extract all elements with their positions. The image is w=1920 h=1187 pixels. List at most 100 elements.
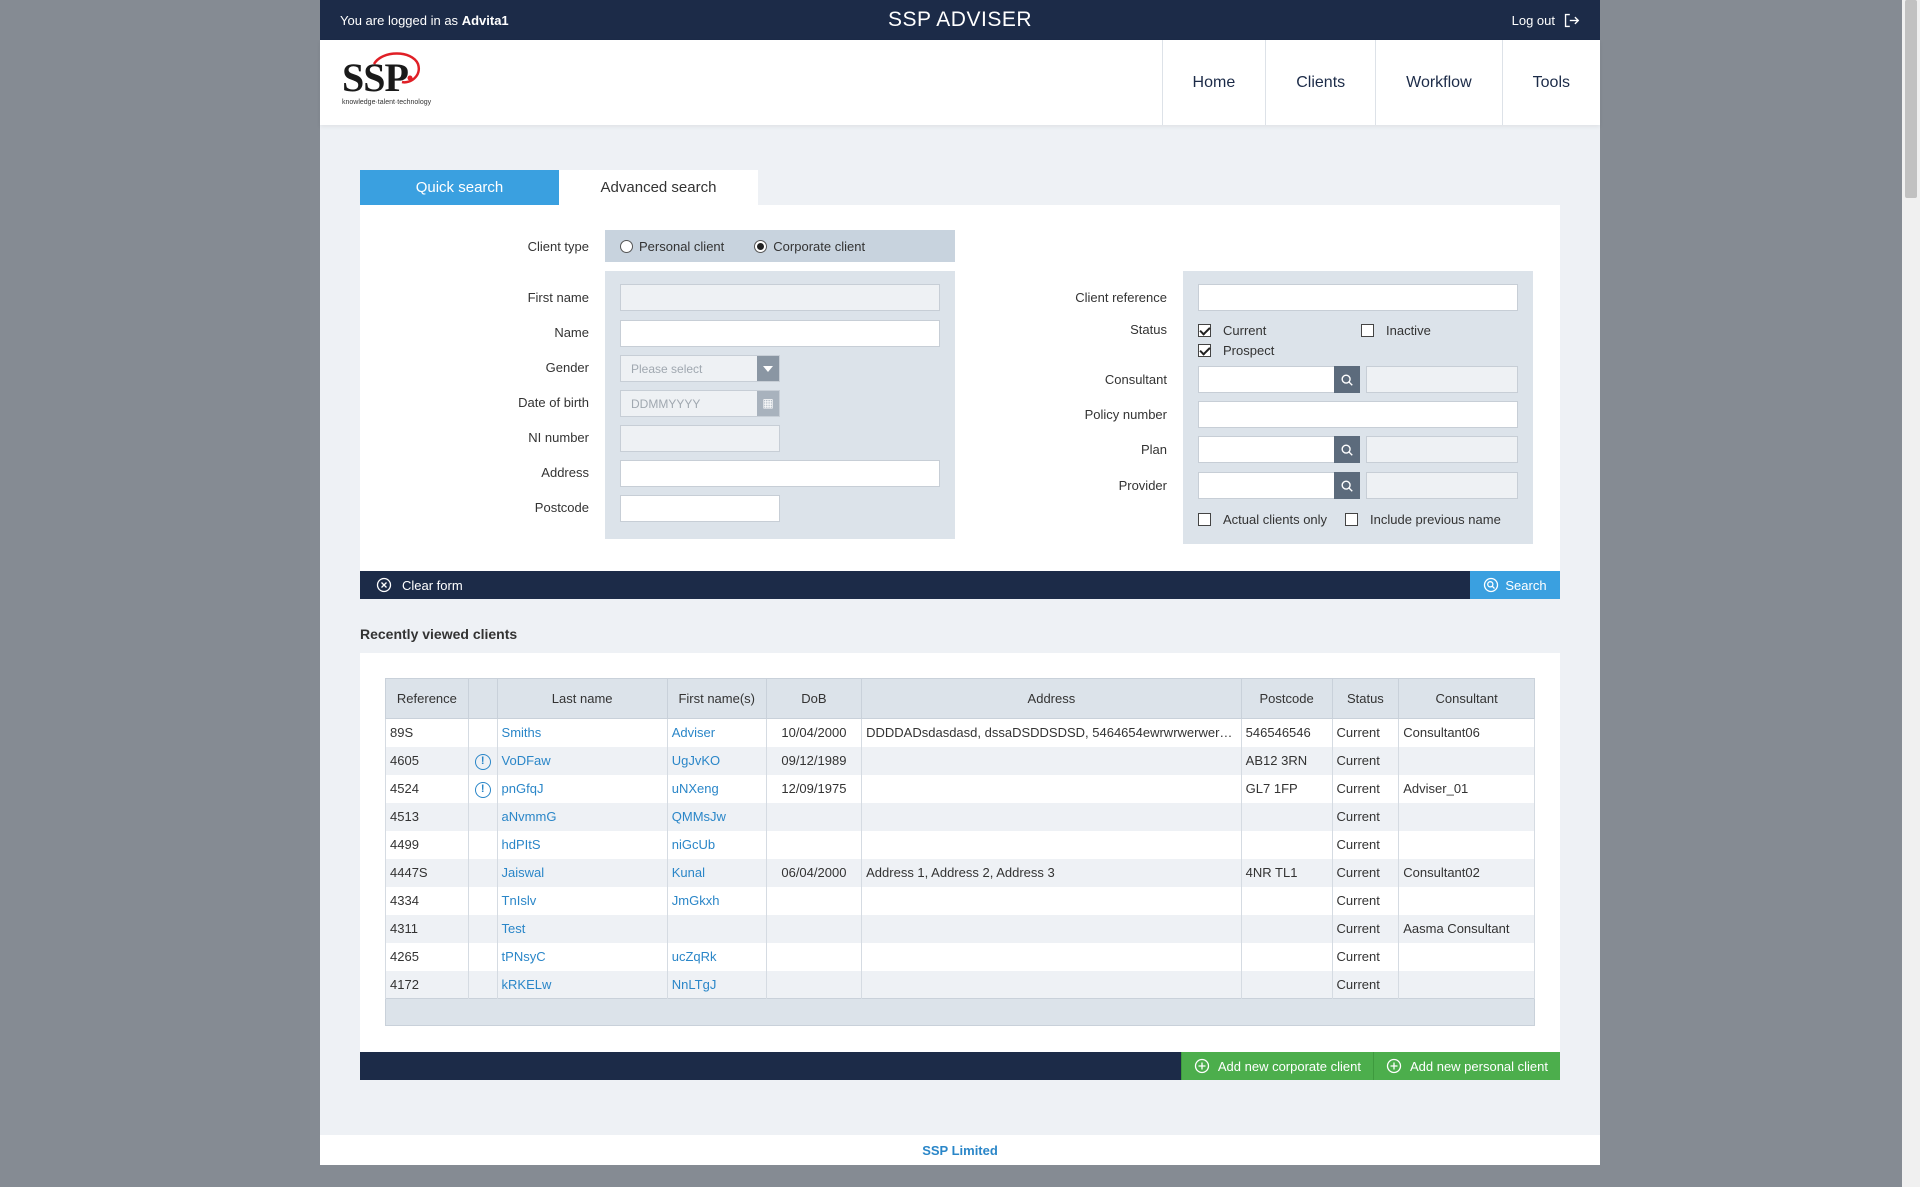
table-cell[interactable]: TnIslv	[496, 886, 668, 915]
table-cell	[1398, 746, 1535, 775]
table-row[interactable]: 4172 kRKELw NnLTgJ Current	[385, 970, 1535, 999]
column-header[interactable]: Address	[861, 678, 1242, 719]
table-row[interactable]: 4311 Test Current Aasma Consultant	[385, 914, 1535, 943]
search-icon	[1341, 373, 1353, 386]
add-personal-label: Add new personal client	[1409, 1058, 1548, 1074]
column-header[interactable]: Reference	[385, 678, 469, 719]
search-button[interactable]: Search	[1470, 571, 1560, 599]
postcode-input[interactable]	[620, 495, 780, 522]
table-cell[interactable]: uNXeng	[666, 774, 767, 803]
table-row[interactable]: 4334 TnIslv JmGkxh Current	[385, 886, 1535, 915]
radio-personal-dot[interactable]	[620, 239, 633, 253]
footer-company-link[interactable]: SSP Limited	[922, 1143, 998, 1158]
table-cell: 4605	[385, 746, 469, 775]
table-cell[interactable]: aNvmmG	[496, 802, 668, 831]
first-name-input[interactable]	[620, 284, 940, 311]
table-cell[interactable]: pnGfqJ	[496, 774, 668, 803]
add-personal-client-button[interactable]: Add new personal client	[1372, 1052, 1560, 1080]
provider-input[interactable]	[1198, 472, 1335, 499]
table-cell[interactable]: hdPItS	[496, 830, 668, 859]
table-cell[interactable]: UgJvKO	[666, 746, 767, 775]
consultant-input[interactable]	[1198, 366, 1335, 393]
status-current-box[interactable]	[1198, 324, 1211, 337]
recent-clients-table: Reference Last name First name(s) DoB Addres…	[385, 678, 1535, 1026]
calendar-icon[interactable]: ▦	[757, 391, 779, 416]
radio-corporate-dot[interactable]	[754, 239, 768, 253]
dob-input[interactable]: DDMMYYYY ▦	[620, 390, 780, 417]
table-row[interactable]: 4605! VoDFaw UgJvKO 09/12/1989 AB12 3RN Curre…	[385, 746, 1535, 775]
column-header[interactable]: Last name	[496, 678, 668, 719]
actual-clients-only-checkbox[interactable]: Actual clients only	[1198, 512, 1327, 527]
gender-select[interactable]: Please select	[620, 355, 780, 382]
status-prospect-box[interactable]	[1198, 344, 1211, 357]
table-body: 89S Smiths Adviser 10/04/2000 DDDDADsdasdasd…	[385, 718, 1535, 1026]
provider-search-button[interactable]	[1334, 472, 1360, 499]
table-cell[interactable]: QMMsJw	[666, 802, 767, 831]
actual-clients-only-box[interactable]	[1198, 513, 1211, 526]
radio-personal-client[interactable]: Personal client	[620, 239, 724, 254]
client-reference-input[interactable]	[1198, 284, 1518, 311]
nav-clients[interactable]: Clients	[1265, 40, 1375, 125]
table-row[interactable]: 4524! pnGfqJ uNXeng 12/09/1975 GL7 1FP Curren…	[385, 774, 1535, 803]
table-cell[interactable]: kRKELw	[496, 970, 668, 999]
address-label: Address	[541, 465, 589, 480]
status-prospect-checkbox[interactable]: Prospect	[1198, 343, 1274, 358]
policy-number-input[interactable]	[1198, 401, 1518, 428]
page-scrollbar[interactable]	[1902, 0, 1920, 1187]
status-current-checkbox[interactable]: Current	[1198, 323, 1266, 338]
table-cell[interactable]: Kunal	[666, 858, 767, 887]
address-input[interactable]	[620, 460, 940, 487]
table-row[interactable]: 4265 tPNsyC ucZqRk Current	[385, 942, 1535, 971]
table-cell[interactable]: ucZqRk	[666, 942, 767, 971]
plan-input[interactable]	[1198, 436, 1335, 463]
personal-client-label: Personal client	[639, 238, 725, 254]
table-cell[interactable]: niGcUb	[666, 830, 767, 859]
column-header[interactable]: Postcode	[1240, 678, 1333, 719]
client-reference-label: Client reference	[1075, 290, 1167, 305]
ni-number-input[interactable]	[620, 425, 780, 452]
table-cell[interactable]: JmGkxh	[666, 886, 767, 915]
clear-form-button[interactable]: Clear form	[360, 577, 463, 593]
table-cell[interactable]: Jaiswal	[496, 858, 668, 887]
chevron-down-icon[interactable]	[757, 356, 779, 381]
warning-icon[interactable]: !	[474, 753, 491, 770]
table-cell[interactable]: Test	[496, 914, 668, 943]
client-type-label: Client type	[527, 239, 589, 254]
column-header[interactable]: First name(s)	[666, 678, 767, 719]
table-cell[interactable]: Adviser	[666, 718, 767, 747]
tab-advanced-search[interactable]: Advanced search	[559, 170, 758, 205]
table-row[interactable]: 89S Smiths Adviser 10/04/2000 DDDDADsdasdasd…	[385, 718, 1535, 747]
status-inactive-checkbox[interactable]: Inactive	[1361, 323, 1431, 338]
plan-search-button[interactable]	[1334, 436, 1360, 463]
include-previous-name-box[interactable]	[1345, 513, 1358, 526]
table-cell[interactable]: VoDFaw	[496, 746, 668, 775]
table-cell[interactable]: tPNsyC	[496, 942, 668, 971]
table-cell: Current	[1331, 802, 1400, 831]
table-cell[interactable]: Smiths	[496, 718, 668, 747]
radio-corporate-client[interactable]: Corporate client	[754, 239, 865, 254]
nav-tools[interactable]: Tools	[1501, 40, 1600, 125]
column-header[interactable]: Status	[1331, 678, 1400, 719]
consultant-search-button[interactable]	[1334, 366, 1360, 393]
table-cell[interactable]	[666, 914, 767, 943]
logout-button[interactable]: Log out	[1512, 12, 1580, 29]
column-header[interactable]: Consultant	[1398, 678, 1535, 719]
column-header[interactable]: DoB	[765, 678, 863, 719]
tab-quick-search[interactable]: Quick search	[360, 170, 559, 205]
include-previous-name-checkbox[interactable]: Include previous name	[1345, 512, 1501, 527]
warning-icon[interactable]: !	[474, 781, 491, 798]
table-cell	[1398, 830, 1535, 859]
table-row[interactable]: 4447S Jaiswal Kunal 06/04/2000 Address 1, Ad…	[385, 858, 1535, 887]
add-corporate-client-button[interactable]: Add new corporate client	[1180, 1052, 1373, 1080]
table-cell[interactable]: NnLTgJ	[666, 970, 767, 999]
table-cell	[861, 830, 1242, 859]
status-inactive-box[interactable]	[1361, 324, 1374, 337]
nav-home[interactable]: Home	[1161, 40, 1266, 125]
table-row[interactable]: 4513 aNvmmG QMMsJw Current	[385, 802, 1535, 831]
table-cell	[467, 942, 498, 971]
ssp-logo[interactable]: SSP knowledge·talent·technology	[342, 40, 462, 125]
scrollbar-thumb[interactable]	[1905, 0, 1917, 198]
table-row[interactable]: 4499 hdPItS niGcUb Current	[385, 830, 1535, 859]
nav-workflow[interactable]: Workflow	[1375, 40, 1502, 125]
name-input[interactable]	[620, 320, 940, 347]
